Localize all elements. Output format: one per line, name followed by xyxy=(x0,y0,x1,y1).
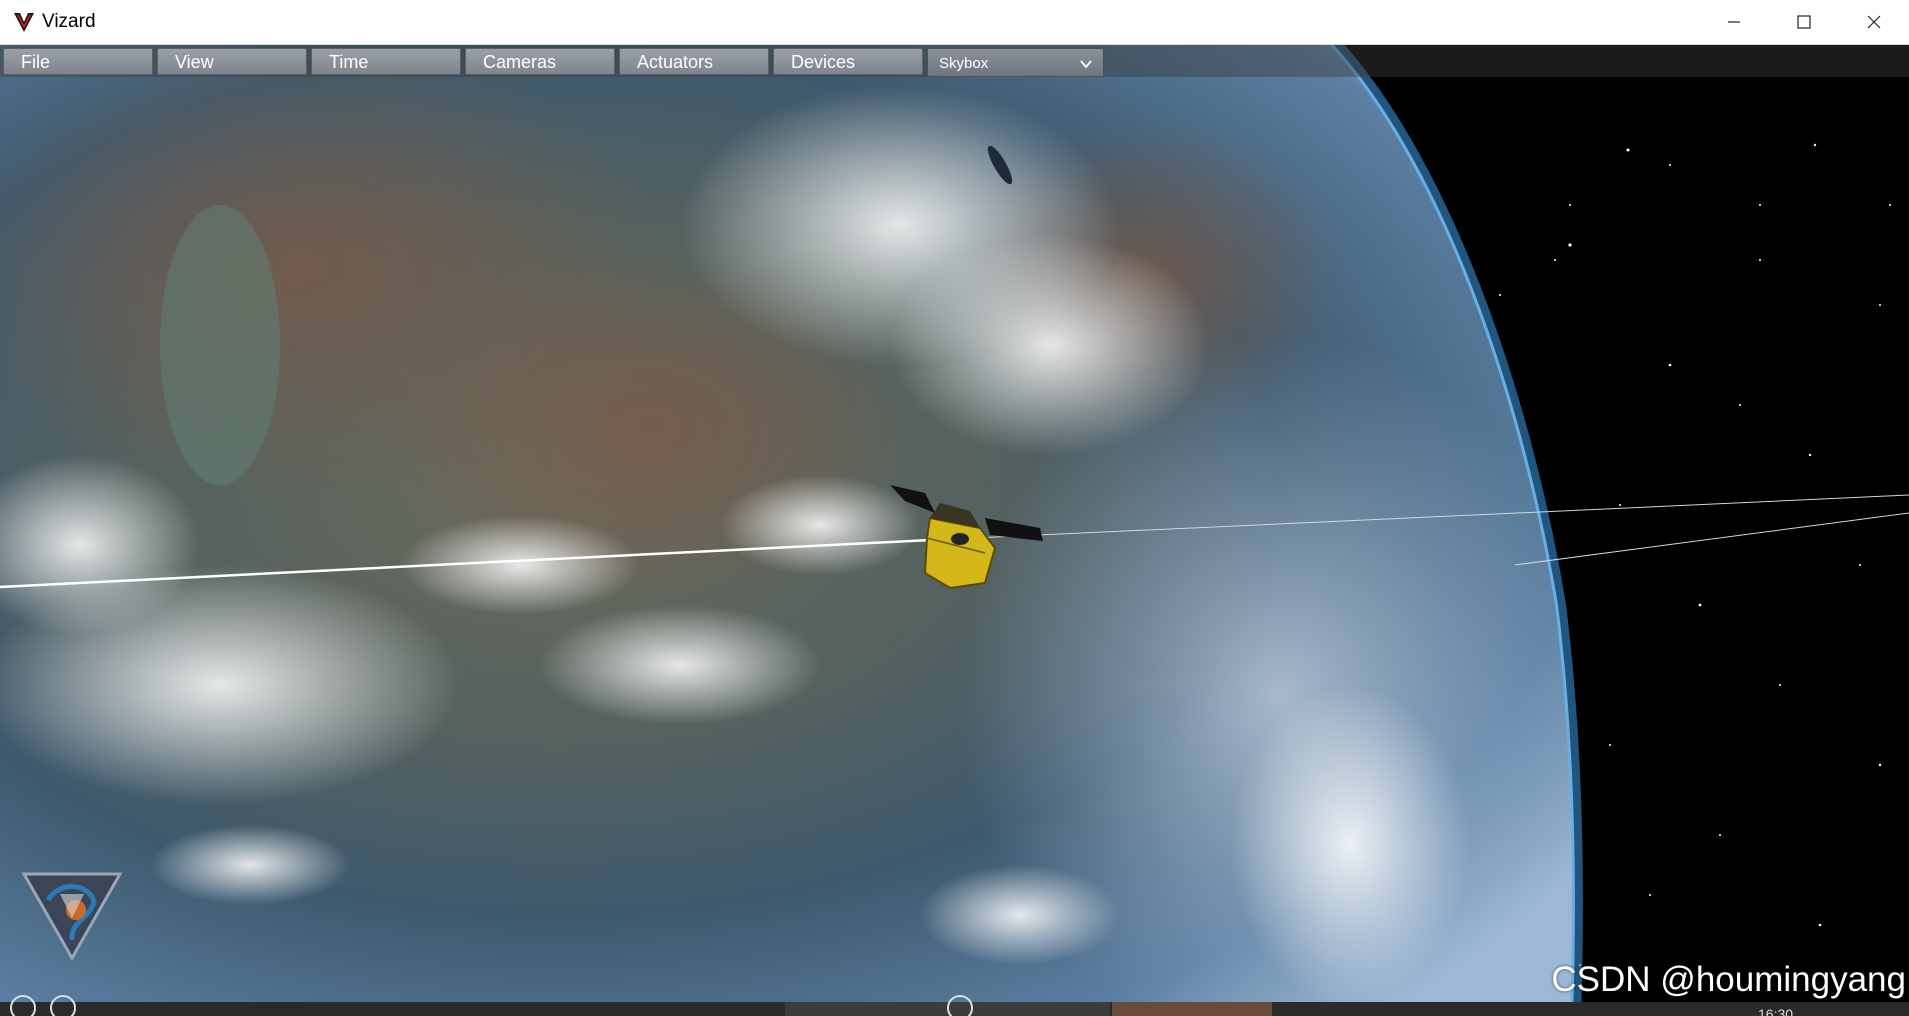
taskbar-segment[interactable] xyxy=(1112,1002,1272,1016)
skybox-select-value: Skybox xyxy=(939,55,989,72)
clock: 16:30 xyxy=(1758,1006,1794,1016)
window-controls xyxy=(1699,0,1909,44)
playback-control[interactable] xyxy=(50,995,76,1016)
title-bar[interactable]: Vizard xyxy=(0,0,1909,45)
minimize-button[interactable] xyxy=(1699,0,1769,44)
menu-view[interactable]: View xyxy=(157,48,307,75)
menu-file[interactable]: File xyxy=(3,48,153,75)
close-icon xyxy=(1867,15,1881,29)
playback-control[interactable] xyxy=(947,995,973,1016)
menu-cameras[interactable]: Cameras xyxy=(465,48,615,75)
menu-actuators[interactable]: Actuators xyxy=(619,48,769,75)
watermark: CSDN @houmingyang xyxy=(1551,960,1906,999)
menu-bar: File View Time Cameras Actuators Devices… xyxy=(0,45,1909,77)
window-title: Vizard xyxy=(42,11,96,32)
mission-badge-icon xyxy=(20,870,124,962)
playback-control[interactable] xyxy=(10,995,36,1016)
chevron-down-icon xyxy=(1080,60,1092,69)
scene-render xyxy=(0,45,1909,1016)
skybox-select[interactable]: Skybox xyxy=(927,48,1104,77)
menu-devices[interactable]: Devices xyxy=(773,48,923,75)
maximize-button[interactable] xyxy=(1769,0,1839,44)
menu-time[interactable]: Time xyxy=(311,48,461,75)
close-button[interactable] xyxy=(1839,0,1909,44)
vizard-window: Vizard File View Time Cameras Actuators … xyxy=(0,0,1909,1016)
minimize-icon xyxy=(1728,21,1740,23)
maximize-icon xyxy=(1797,15,1811,29)
3d-viewport[interactable] xyxy=(0,45,1909,1016)
vizard-logo-icon xyxy=(12,10,36,34)
